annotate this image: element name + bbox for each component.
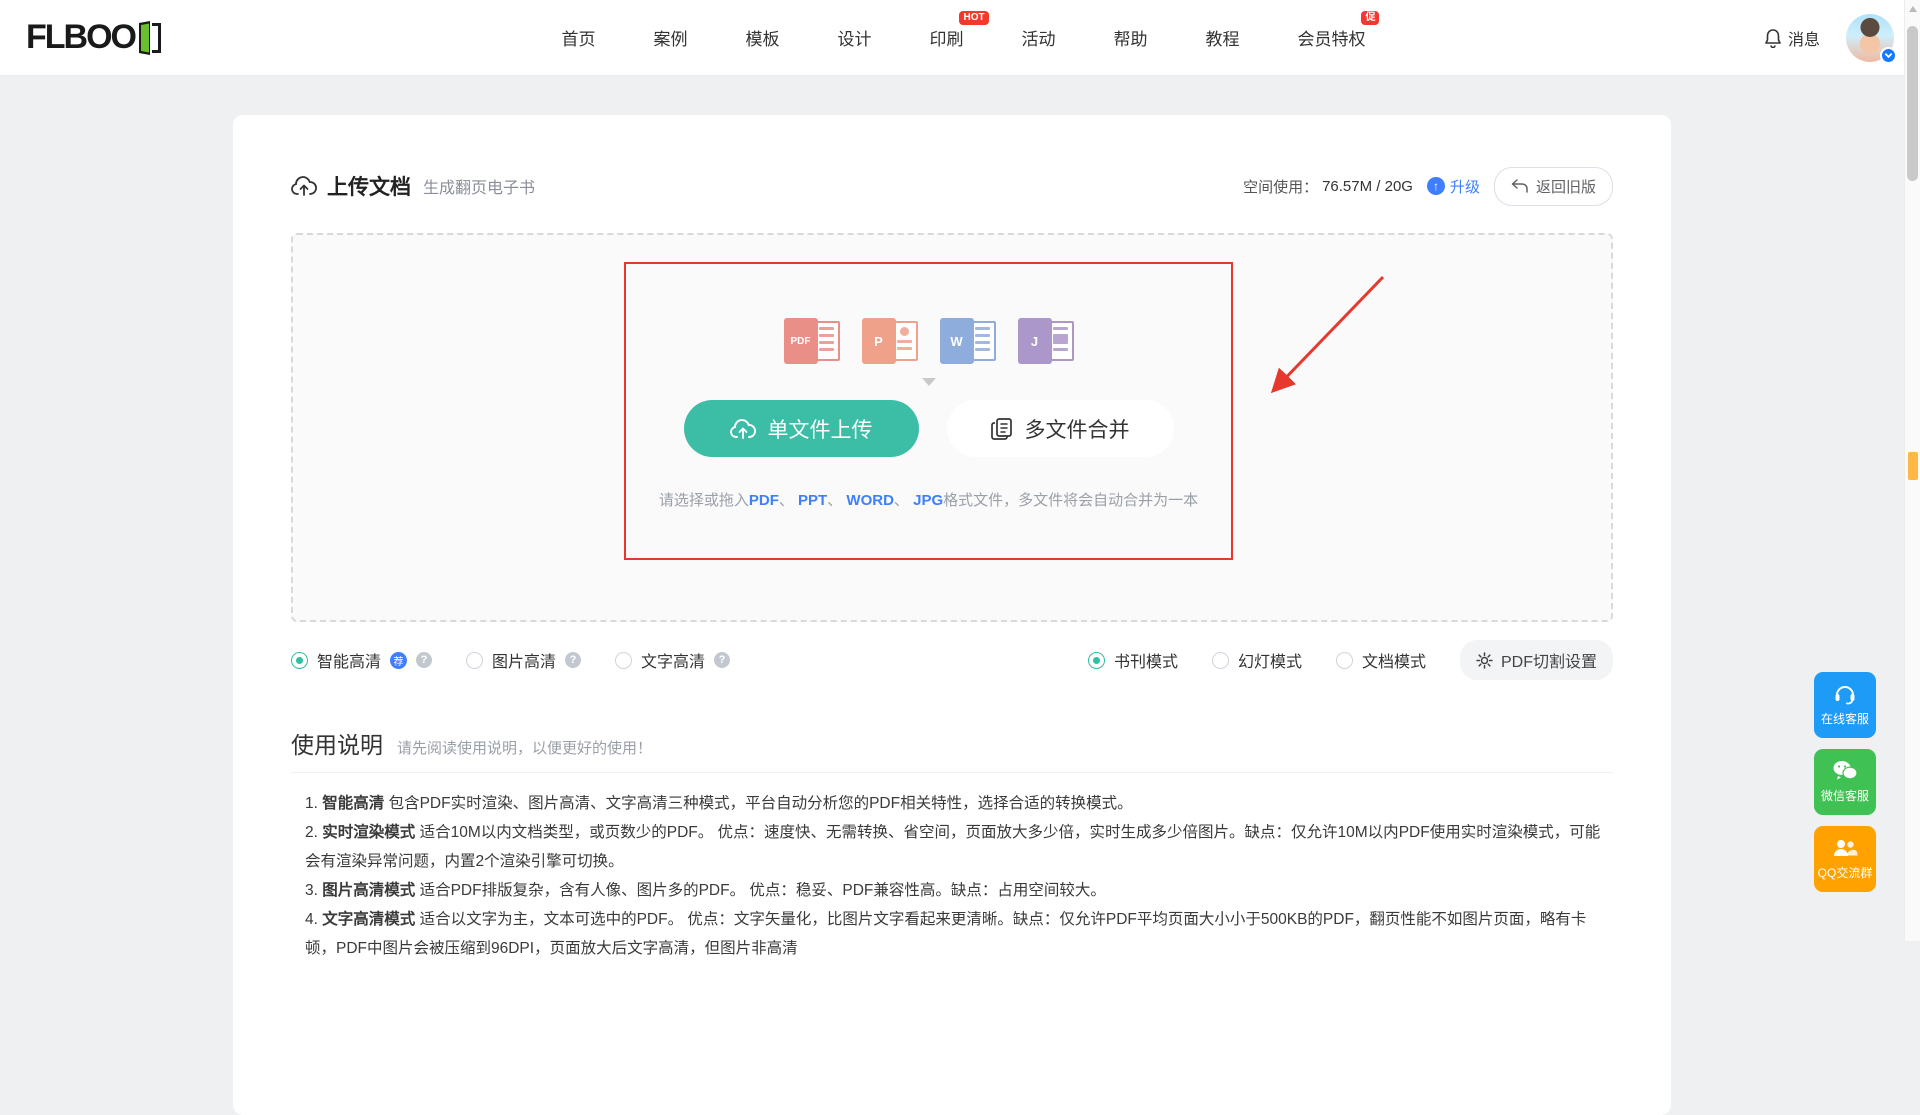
upgrade-label: 升级 bbox=[1450, 176, 1480, 197]
scrollbar-thumb[interactable] bbox=[1907, 26, 1918, 181]
single-upload-button[interactable]: 单文件上传 bbox=[684, 400, 919, 457]
upload-cloud-icon bbox=[291, 175, 317, 197]
chevron-down-icon bbox=[1884, 51, 1893, 60]
wechat-service-button[interactable]: 微信客服 bbox=[1814, 749, 1876, 815]
flbook-logo[interactable]: FLBOO bbox=[26, 18, 163, 57]
list-item: 1. 智能高清 包含PDF实时渲染、图片高清、文字高清三种模式，平台自动分析您的… bbox=[291, 789, 1613, 818]
upload-dropzone[interactable]: PDF P W J bbox=[291, 233, 1613, 622]
radio-circle bbox=[291, 652, 308, 669]
messages-button[interactable]: 消息 bbox=[1764, 26, 1820, 50]
nav-item-print[interactable]: 印刷 HOT bbox=[929, 25, 963, 50]
radio-image-hd[interactable]: 图片高清 ? bbox=[466, 648, 581, 672]
instructions-title: 使用说明 bbox=[291, 726, 383, 760]
floating-contact-stack: 在线客服 微信客服 QQ交流群 bbox=[1814, 672, 1876, 892]
page-title: 上传文档 bbox=[327, 171, 411, 201]
triangle-down-icon bbox=[922, 378, 936, 386]
panel-title-row: 上传文档 生成翻页电子书 空间使用： 76.57M / 20G ↑ 升级 返回旧… bbox=[291, 167, 1613, 205]
space-usage-label: 空间使用： bbox=[1243, 176, 1318, 197]
top-header: FLBOO 首页 案例 模板 设计 印刷 HOT 活动 帮助 教程 会员特权 促… bbox=[0, 0, 1920, 76]
page-scrollbar[interactable] bbox=[1904, 0, 1920, 941]
list-item: 3. 图片高清模式 适合PDF排版复杂，含有人像、图片多的PDF。 优点：稳妥、… bbox=[291, 876, 1613, 905]
space-usage-value: 76.57M / 20G bbox=[1322, 178, 1413, 195]
member-badge bbox=[1880, 47, 1897, 64]
upload-cloud-icon bbox=[730, 418, 756, 440]
upload-controls: PDF P W J bbox=[624, 262, 1233, 510]
qq-group-button[interactable]: QQ交流群 bbox=[1814, 826, 1876, 892]
main-nav: 首页 案例 模板 设计 印刷 HOT 活动 帮助 教程 会员特权 促 bbox=[163, 25, 1764, 50]
page-subtitle: 生成翻页电子书 bbox=[423, 174, 535, 198]
list-item: 4. 文字高清模式 适合以文字为主，文本可选中的PDF。 优点：文字矢量化，比图… bbox=[291, 905, 1613, 963]
help-icon[interactable]: ? bbox=[565, 652, 581, 668]
header-right: 消息 bbox=[1764, 14, 1894, 62]
back-to-old-button[interactable]: 返回旧版 bbox=[1494, 167, 1613, 206]
instructions-header: 使用说明 请先阅读使用说明，以便更好的使用！ bbox=[291, 726, 1613, 760]
nav-item-help[interactable]: 帮助 bbox=[1113, 25, 1147, 50]
pdf-file-icon: PDF bbox=[784, 318, 840, 364]
online-service-button[interactable]: 在线客服 bbox=[1814, 672, 1876, 738]
nav-item-home[interactable]: 首页 bbox=[561, 25, 595, 50]
instructions-subtitle: 请先阅读使用说明，以便更好的使用！ bbox=[397, 737, 652, 758]
nav-item-activity[interactable]: 活动 bbox=[1021, 25, 1055, 50]
nav-item-design[interactable]: 设计 bbox=[837, 25, 871, 50]
multi-document-icon bbox=[991, 417, 1013, 441]
jpg-file-icon: J bbox=[1018, 318, 1074, 364]
scroll-up-arrow[interactable] bbox=[1909, 6, 1917, 12]
upload-hint-text: 请选择或拖入PDF、 PPT、 WORD、 JPG格式文件，多文件将会自动合并为… bbox=[659, 489, 1198, 510]
mode-options: 书刊模式 幻灯模式 文档模式 PDF切割设置 bbox=[1088, 640, 1613, 680]
options-row: 智能高清 荐 ? 图片高清 ? 文字高清 ? 书刊模式 幻灯模式 bbox=[291, 644, 1613, 676]
radio-document-mode[interactable]: 文档模式 bbox=[1336, 648, 1426, 672]
radio-circle bbox=[466, 652, 483, 669]
messages-label: 消息 bbox=[1788, 26, 1820, 50]
red-annotation-arrow bbox=[1223, 263, 1403, 408]
promo-badge: 促 bbox=[1361, 11, 1379, 25]
headset-icon bbox=[1833, 683, 1857, 705]
upload-panel: 上传文档 生成翻页电子书 空间使用： 76.57M / 20G ↑ 升级 返回旧… bbox=[233, 115, 1671, 1115]
people-group-icon bbox=[1832, 837, 1858, 859]
nav-item-tutorial[interactable]: 教程 bbox=[1205, 25, 1239, 50]
quality-options: 智能高清 荐 ? 图片高清 ? 文字高清 ? bbox=[291, 648, 730, 672]
radio-circle bbox=[1212, 652, 1229, 669]
pdf-split-settings-button[interactable]: PDF切割设置 bbox=[1460, 640, 1613, 680]
scrollbar-marker bbox=[1908, 452, 1918, 480]
radio-circle bbox=[1336, 652, 1353, 669]
nav-item-templates[interactable]: 模板 bbox=[745, 25, 779, 50]
upgrade-arrow-icon: ↑ bbox=[1427, 177, 1445, 195]
back-to-old-label: 返回旧版 bbox=[1536, 176, 1596, 197]
wechat-icon bbox=[1832, 760, 1858, 782]
help-icon[interactable]: ? bbox=[714, 652, 730, 668]
radio-text-hd[interactable]: 文字高清 ? bbox=[615, 648, 730, 672]
nav-item-vip[interactable]: 会员特权 促 bbox=[1297, 25, 1365, 50]
recommend-badge: 荐 bbox=[390, 652, 407, 669]
radio-circle bbox=[615, 652, 632, 669]
help-icon[interactable]: ? bbox=[416, 652, 432, 668]
upgrade-link[interactable]: ↑ 升级 bbox=[1427, 176, 1480, 197]
logo-text: FLBOO bbox=[26, 18, 135, 57]
user-avatar[interactable] bbox=[1846, 14, 1894, 62]
list-item: 2. 实时渲染模式 适合10M以内文档类型，或页数少的PDF。 优点：速度快、无… bbox=[291, 818, 1613, 876]
radio-circle bbox=[1088, 652, 1105, 669]
nav-item-cases[interactable]: 案例 bbox=[653, 25, 687, 50]
bell-icon bbox=[1764, 28, 1782, 48]
gear-icon bbox=[1476, 652, 1493, 669]
word-file-icon: W bbox=[940, 318, 996, 364]
divider bbox=[291, 772, 1613, 773]
hot-badge: HOT bbox=[959, 11, 988, 25]
radio-slide-mode[interactable]: 幻灯模式 bbox=[1212, 648, 1302, 672]
ppt-file-icon: P bbox=[862, 318, 918, 364]
merge-files-button[interactable]: 多文件合并 bbox=[947, 400, 1174, 457]
radio-book-mode[interactable]: 书刊模式 bbox=[1088, 648, 1178, 672]
radio-smart-hd[interactable]: 智能高清 荐 ? bbox=[291, 648, 432, 672]
return-arrow-icon bbox=[1511, 179, 1529, 193]
book-mark-icon bbox=[137, 21, 163, 55]
file-type-icons: PDF P W J bbox=[784, 318, 1074, 364]
instructions-list: 1. 智能高清 包含PDF实时渲染、图片高清、文字高清三种模式，平台自动分析您的… bbox=[291, 789, 1613, 963]
